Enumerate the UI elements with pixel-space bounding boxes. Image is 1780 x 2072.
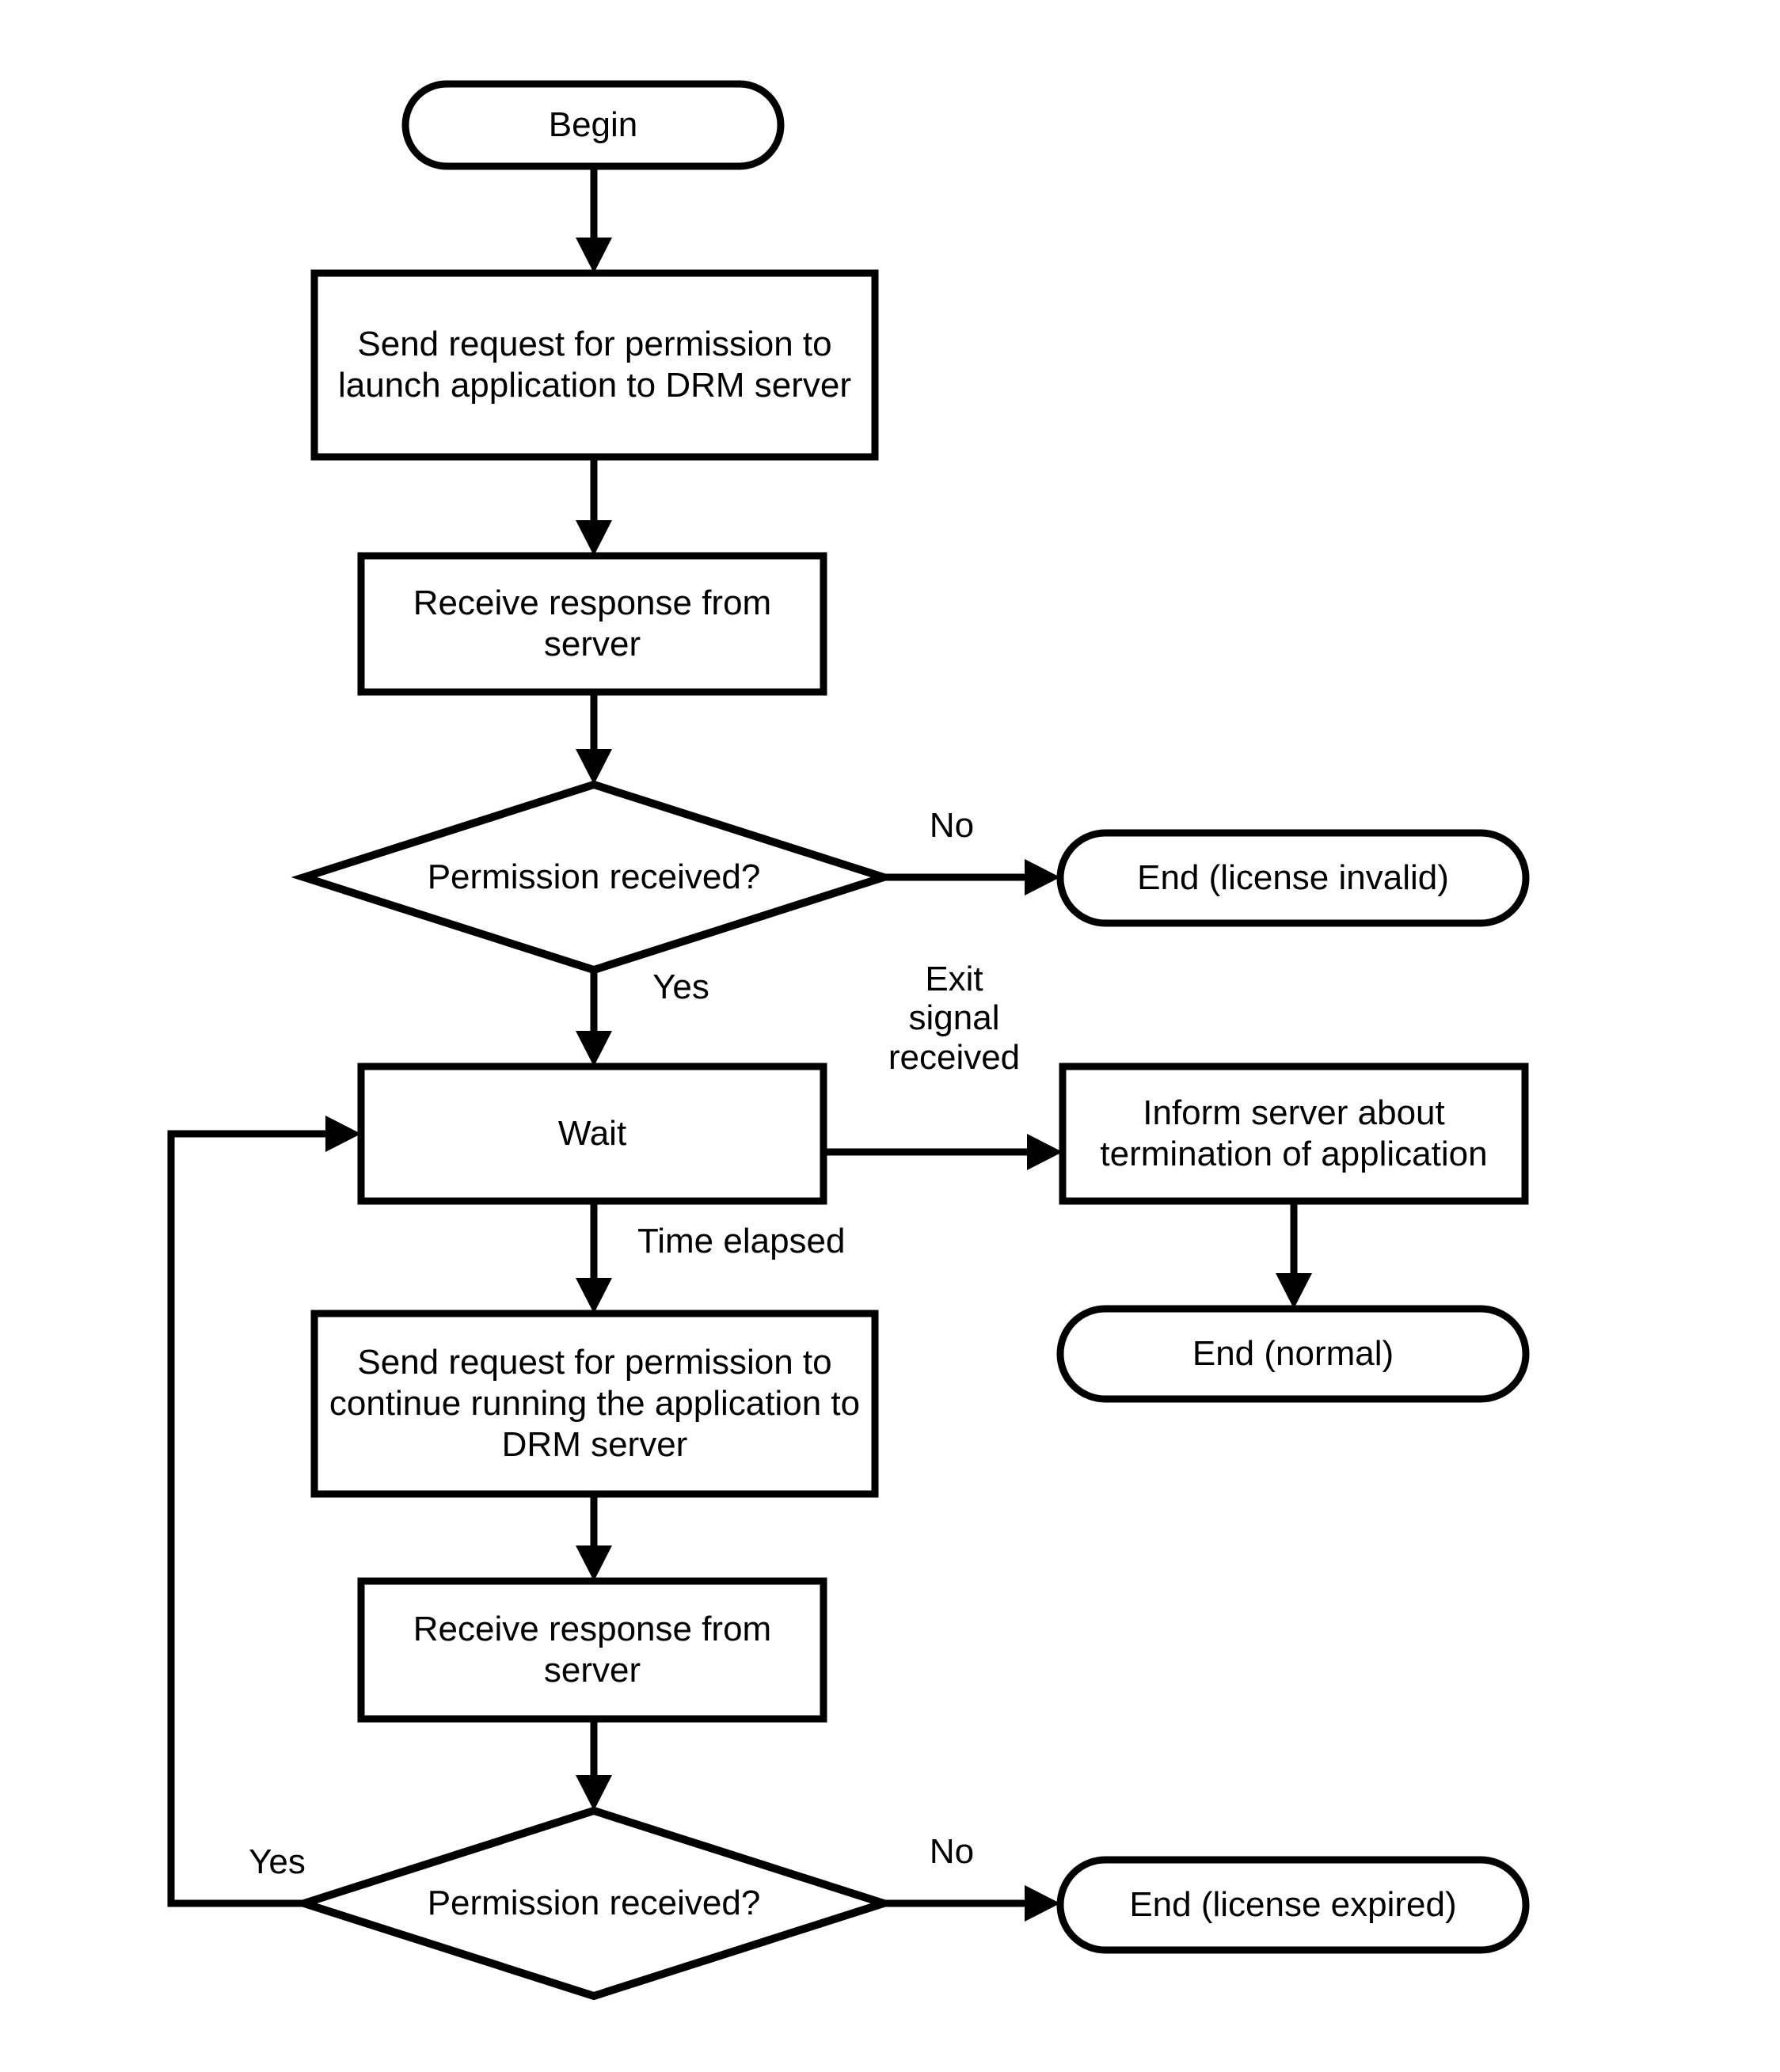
send-launch-request-shape [310,269,879,461]
edge-label-no-2: No [929,1832,975,1871]
edge-begin-to-send-launch [576,166,612,273]
edge-decision-2-yes-loop-to-wait [167,1116,361,1907]
edge-label-time-elapsed: Time elapsed [637,1222,846,1260]
edge-label-no-1: No [929,806,975,845]
edge-decision-1-no-to-end-invalid [884,859,1060,895]
inform-termination-shape [1059,1063,1529,1205]
send-continue-request-shape [310,1310,879,1498]
edge-receive-1-to-decision-1 [576,692,612,785]
begin-terminator-shape [401,80,785,170]
edge-inform-termination-to-end-normal [1276,1201,1312,1309]
edge-label-exit-signal-received: Exit signal received [888,960,1021,1077]
edge-decision-2-no-to-end-expired [884,1885,1060,1922]
edge-receive-2-to-decision-2 [576,1719,612,1811]
end-license-invalid-shape [1056,829,1530,927]
permission-received-1-shape [291,780,897,975]
permission-received-2-shape [291,1806,897,2001]
edge-wait-to-inform-termination [823,1134,1063,1170]
edge-send-continue-to-receive-2 [576,1494,612,1581]
flowchart-canvas: Begin Send request for permission to lau… [0,0,1780,2072]
edge-wait-to-send-continue [576,1201,612,1314]
edge-label-yes-1: Yes [652,968,709,1006]
receive-response-1-shape [357,552,827,696]
edge-send-launch-to-receive-1 [576,457,612,556]
end-license-expired-shape [1056,1856,1530,1954]
edge-label-yes-2: Yes [249,1842,306,1881]
receive-response-2-shape [357,1577,827,1723]
edge-decision-1-yes-to-wait [576,970,612,1066]
end-normal-shape [1056,1305,1530,1403]
wait-shape [357,1063,827,1205]
